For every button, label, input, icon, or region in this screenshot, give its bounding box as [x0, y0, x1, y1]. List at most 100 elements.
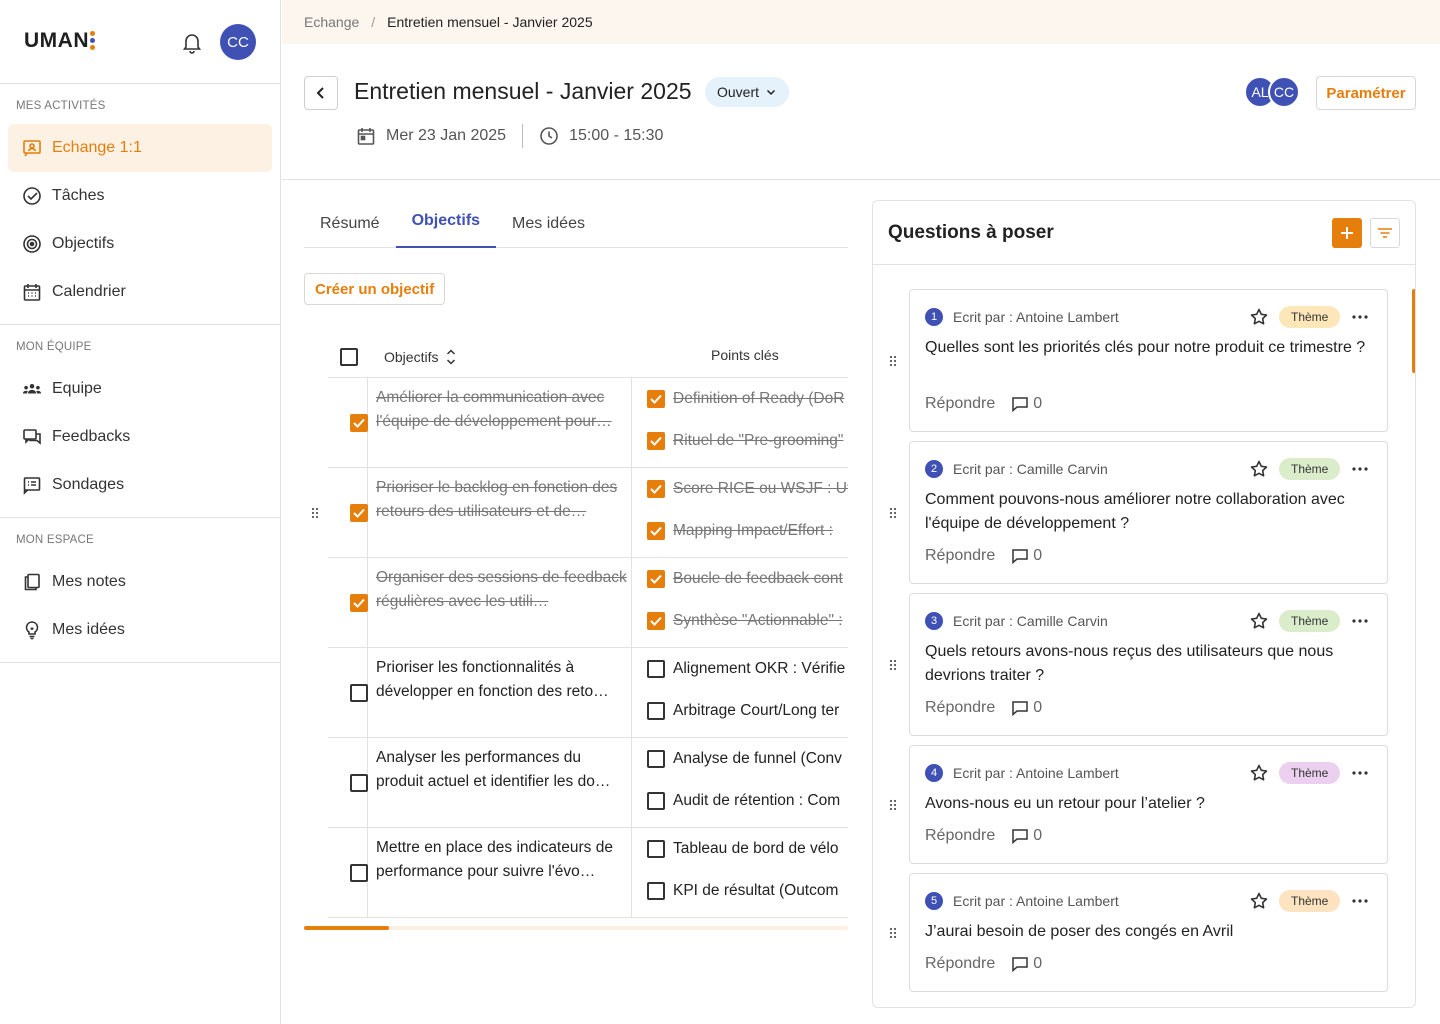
key-point[interactable]: Boucle de feedback cont: [647, 570, 843, 588]
checkbox-unchecked[interactable]: [647, 702, 665, 720]
theme-badge[interactable]: Thème: [1279, 610, 1341, 632]
objective-title[interactable]: Organiser des sessions de feedback régul…: [376, 566, 628, 614]
comments-count[interactable]: 0: [1011, 955, 1042, 973]
table-row[interactable]: Organiser des sessions de feedback régul…: [328, 558, 848, 648]
reply-button[interactable]: Répondre: [925, 955, 995, 973]
more-options-icon[interactable]: [1351, 892, 1369, 910]
checkbox-unchecked[interactable]: [350, 684, 368, 702]
objective-title[interactable]: Mettre en place des indicateurs de perfo…: [376, 836, 628, 884]
status-dropdown[interactable]: Ouvert: [705, 77, 790, 107]
key-point[interactable]: Synthèse "Actionnable" :: [647, 612, 843, 630]
comments-count[interactable]: 0: [1011, 827, 1042, 845]
key-point[interactable]: Tableau de bord de vélo: [647, 840, 838, 858]
star-icon[interactable]: [1249, 611, 1269, 631]
key-point[interactable]: Alignement OKR : Vérifie: [647, 660, 845, 678]
sidebar-item-sondages[interactable]: Sondages: [8, 461, 272, 509]
question-card[interactable]: 5 Ecrit par : Antoine Lambert Thème J’aurai…: [909, 873, 1388, 992]
comments-count[interactable]: 0: [1011, 395, 1042, 413]
theme-badge[interactable]: Thème: [1279, 890, 1341, 912]
scrollbar-thumb[interactable]: [304, 926, 389, 930]
checkbox-checked[interactable]: [647, 570, 665, 588]
sidebar-item-feedbacks[interactable]: Feedbacks: [8, 413, 272, 461]
checkbox-checked[interactable]: [647, 432, 665, 450]
objective-title[interactable]: Améliorer la communication avec l'équipe…: [376, 386, 628, 434]
star-icon[interactable]: [1249, 891, 1269, 911]
theme-badge[interactable]: Thème: [1279, 458, 1341, 480]
tab-resume[interactable]: Résumé: [304, 200, 396, 248]
tab-mes-idees[interactable]: Mes idées: [496, 200, 601, 248]
checkbox-unchecked[interactable]: [350, 864, 368, 882]
sidebar-item-notes[interactable]: Mes notes: [8, 558, 272, 606]
sidebar-item-idees[interactable]: Mes idées: [8, 606, 272, 654]
checkbox-checked[interactable]: [350, 504, 368, 522]
checkbox-checked[interactable]: [647, 612, 665, 630]
checkbox-checked[interactable]: [647, 390, 665, 408]
key-point[interactable]: Definition of Ready (DoR: [647, 390, 844, 408]
question-card[interactable]: 2 Ecrit par : Camille Carvin Thème Comment …: [909, 441, 1388, 584]
user-avatar[interactable]: CC: [220, 24, 256, 60]
more-options-icon[interactable]: [1351, 612, 1369, 630]
sidebar-item-taches[interactable]: Tâches: [8, 172, 272, 220]
comments-count[interactable]: 0: [1011, 699, 1042, 717]
objective-title[interactable]: Prioriser les fonctionnalités à développ…: [376, 656, 628, 704]
reply-button[interactable]: Répondre: [925, 547, 995, 565]
theme-badge[interactable]: Thème: [1279, 762, 1341, 784]
settings-button[interactable]: Paramétrer: [1316, 76, 1416, 110]
reply-button[interactable]: Répondre: [925, 395, 995, 413]
table-row[interactable]: Améliorer la communication avec l'équipe…: [328, 378, 848, 468]
drag-handle-icon[interactable]: [889, 507, 897, 519]
sidebar-item-equipe[interactable]: Equipe: [8, 365, 272, 413]
column-header-objectifs[interactable]: Objectifs: [384, 347, 456, 367]
drag-handle-icon[interactable]: [889, 927, 897, 939]
drag-handle-icon[interactable]: [889, 799, 897, 811]
breadcrumb-parent-link[interactable]: Echange: [304, 14, 359, 30]
bell-icon[interactable]: [180, 30, 204, 54]
checkbox-unchecked[interactable]: [647, 750, 665, 768]
create-objective-button[interactable]: Créer un objectif: [304, 273, 446, 305]
sidebar-item-echange[interactable]: Echange 1:1: [8, 124, 272, 172]
table-row[interactable]: Prioriser les fonctionnalités à développ…: [328, 648, 848, 738]
add-question-button[interactable]: [1332, 218, 1362, 248]
checkbox-checked[interactable]: [647, 480, 665, 498]
comments-count[interactable]: 0: [1011, 547, 1042, 565]
vertical-scrollbar[interactable]: [1412, 289, 1415, 373]
key-point[interactable]: Score RICE ou WSJF : Ut: [647, 480, 848, 498]
theme-badge[interactable]: Thème: [1279, 306, 1341, 328]
horizontal-scrollbar[interactable]: [304, 926, 848, 930]
key-point[interactable]: KPI de résultat (Outcom: [647, 882, 838, 900]
table-row[interactable]: Mettre en place des indicateurs de perfo…: [328, 828, 848, 918]
more-options-icon[interactable]: [1351, 764, 1369, 782]
reply-button[interactable]: Répondre: [925, 699, 995, 717]
question-card[interactable]: 4 Ecrit par : Antoine Lambert Thème Avons-n…: [909, 745, 1388, 864]
checkbox-unchecked[interactable]: [647, 840, 665, 858]
checkbox-checked[interactable]: [350, 594, 368, 612]
sidebar-item-calendrier[interactable]: Calendrier: [8, 268, 272, 316]
tab-objectifs[interactable]: Objectifs: [395, 200, 497, 248]
star-icon[interactable]: [1249, 763, 1269, 783]
checkbox-checked[interactable]: [647, 522, 665, 540]
more-options-icon[interactable]: [1351, 460, 1369, 478]
more-options-icon[interactable]: [1351, 308, 1369, 326]
checkbox-checked[interactable]: [350, 414, 368, 432]
star-icon[interactable]: [1249, 459, 1269, 479]
checkbox-unchecked[interactable]: [350, 774, 368, 792]
back-button[interactable]: [304, 76, 338, 110]
key-point[interactable]: Analyse de funnel (Conv: [647, 750, 842, 768]
table-row[interactable]: Analyser les performances du produit act…: [328, 738, 848, 828]
participant-avatar[interactable]: CC: [1268, 76, 1300, 108]
filter-button[interactable]: [1370, 218, 1400, 248]
star-icon[interactable]: [1249, 307, 1269, 327]
key-point[interactable]: Arbitrage Court/Long ter: [647, 702, 839, 720]
question-card[interactable]: 3 Ecrit par : Camille Carvin Thème Quels re…: [909, 593, 1388, 736]
key-point[interactable]: Rituel de "Pre-grooming": [647, 432, 843, 450]
objective-title[interactable]: Analyser les performances du produit act…: [376, 746, 628, 794]
key-point[interactable]: Audit de rétention : Com: [647, 792, 840, 810]
sidebar-item-objectifs[interactable]: Objectifs: [8, 220, 272, 268]
reply-button[interactable]: Répondre: [925, 827, 995, 845]
checkbox-unchecked[interactable]: [647, 792, 665, 810]
app-logo[interactable]: UMAN: [24, 29, 89, 53]
select-all-checkbox[interactable]: [340, 348, 358, 366]
key-point[interactable]: Mapping Impact/Effort :: [647, 522, 833, 540]
objective-title[interactable]: Prioriser le backlog en fonction des ret…: [376, 476, 628, 524]
drag-handle-icon[interactable]: [889, 659, 897, 671]
